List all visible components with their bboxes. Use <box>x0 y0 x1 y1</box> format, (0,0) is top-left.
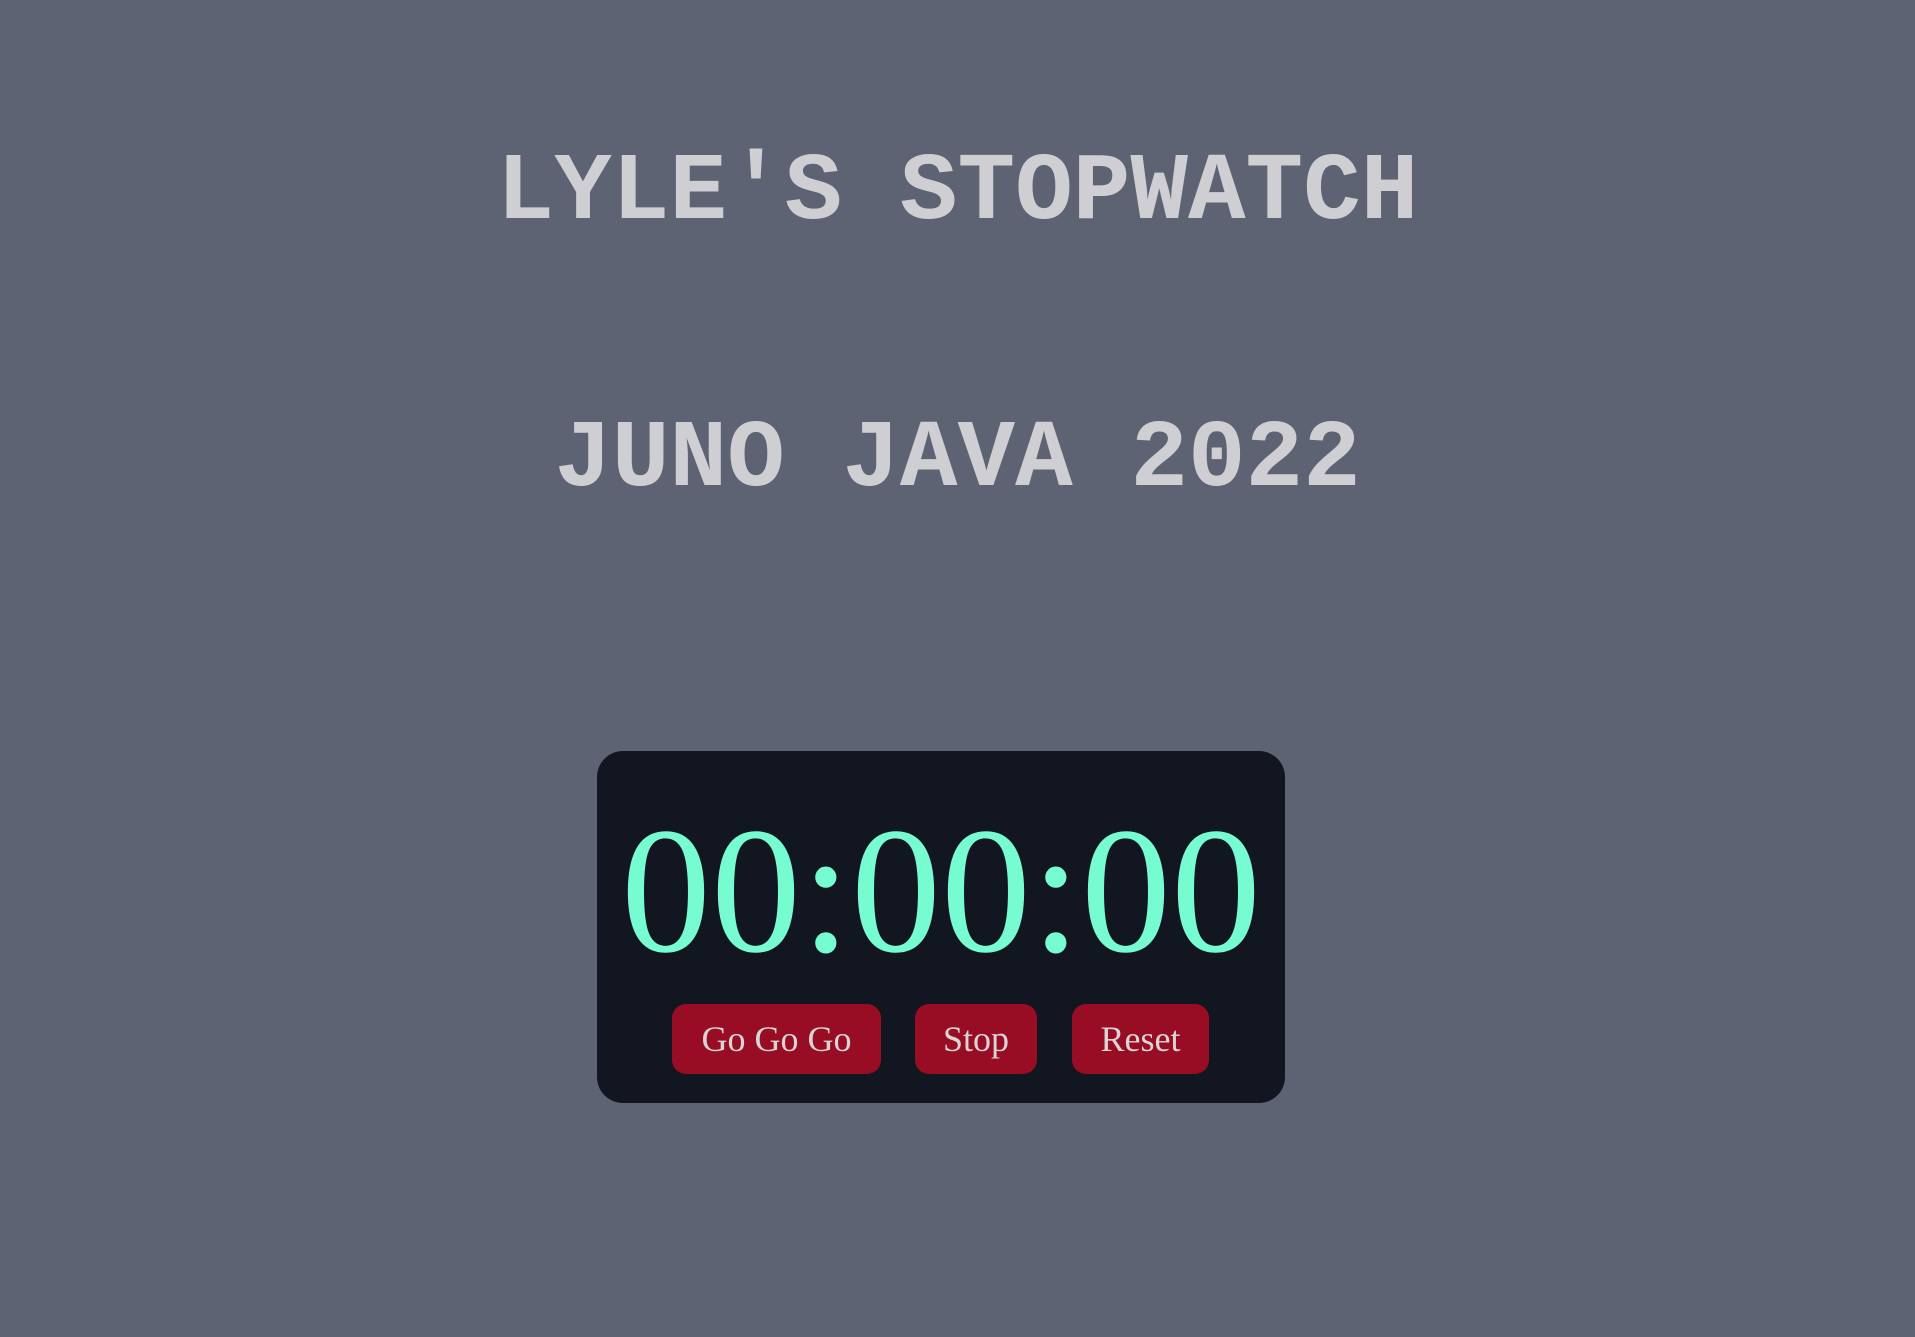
stopwatch-panel: 00:00:00 Go Go Go Stop Reset <box>597 751 1285 1103</box>
page-title: LYLE'S STOPWATCH <box>496 138 1419 247</box>
reset-button[interactable]: Reset <box>1072 1004 1209 1074</box>
stop-button[interactable]: Stop <box>915 1004 1037 1074</box>
page: LYLE'S STOPWATCH JUNO JAVA 2022 00:00:00… <box>0 0 1915 1337</box>
page-subtitle: JUNO JAVA 2022 <box>554 405 1361 514</box>
time-display: 00:00:00 <box>620 791 1262 990</box>
start-button[interactable]: Go Go Go <box>672 1004 881 1074</box>
